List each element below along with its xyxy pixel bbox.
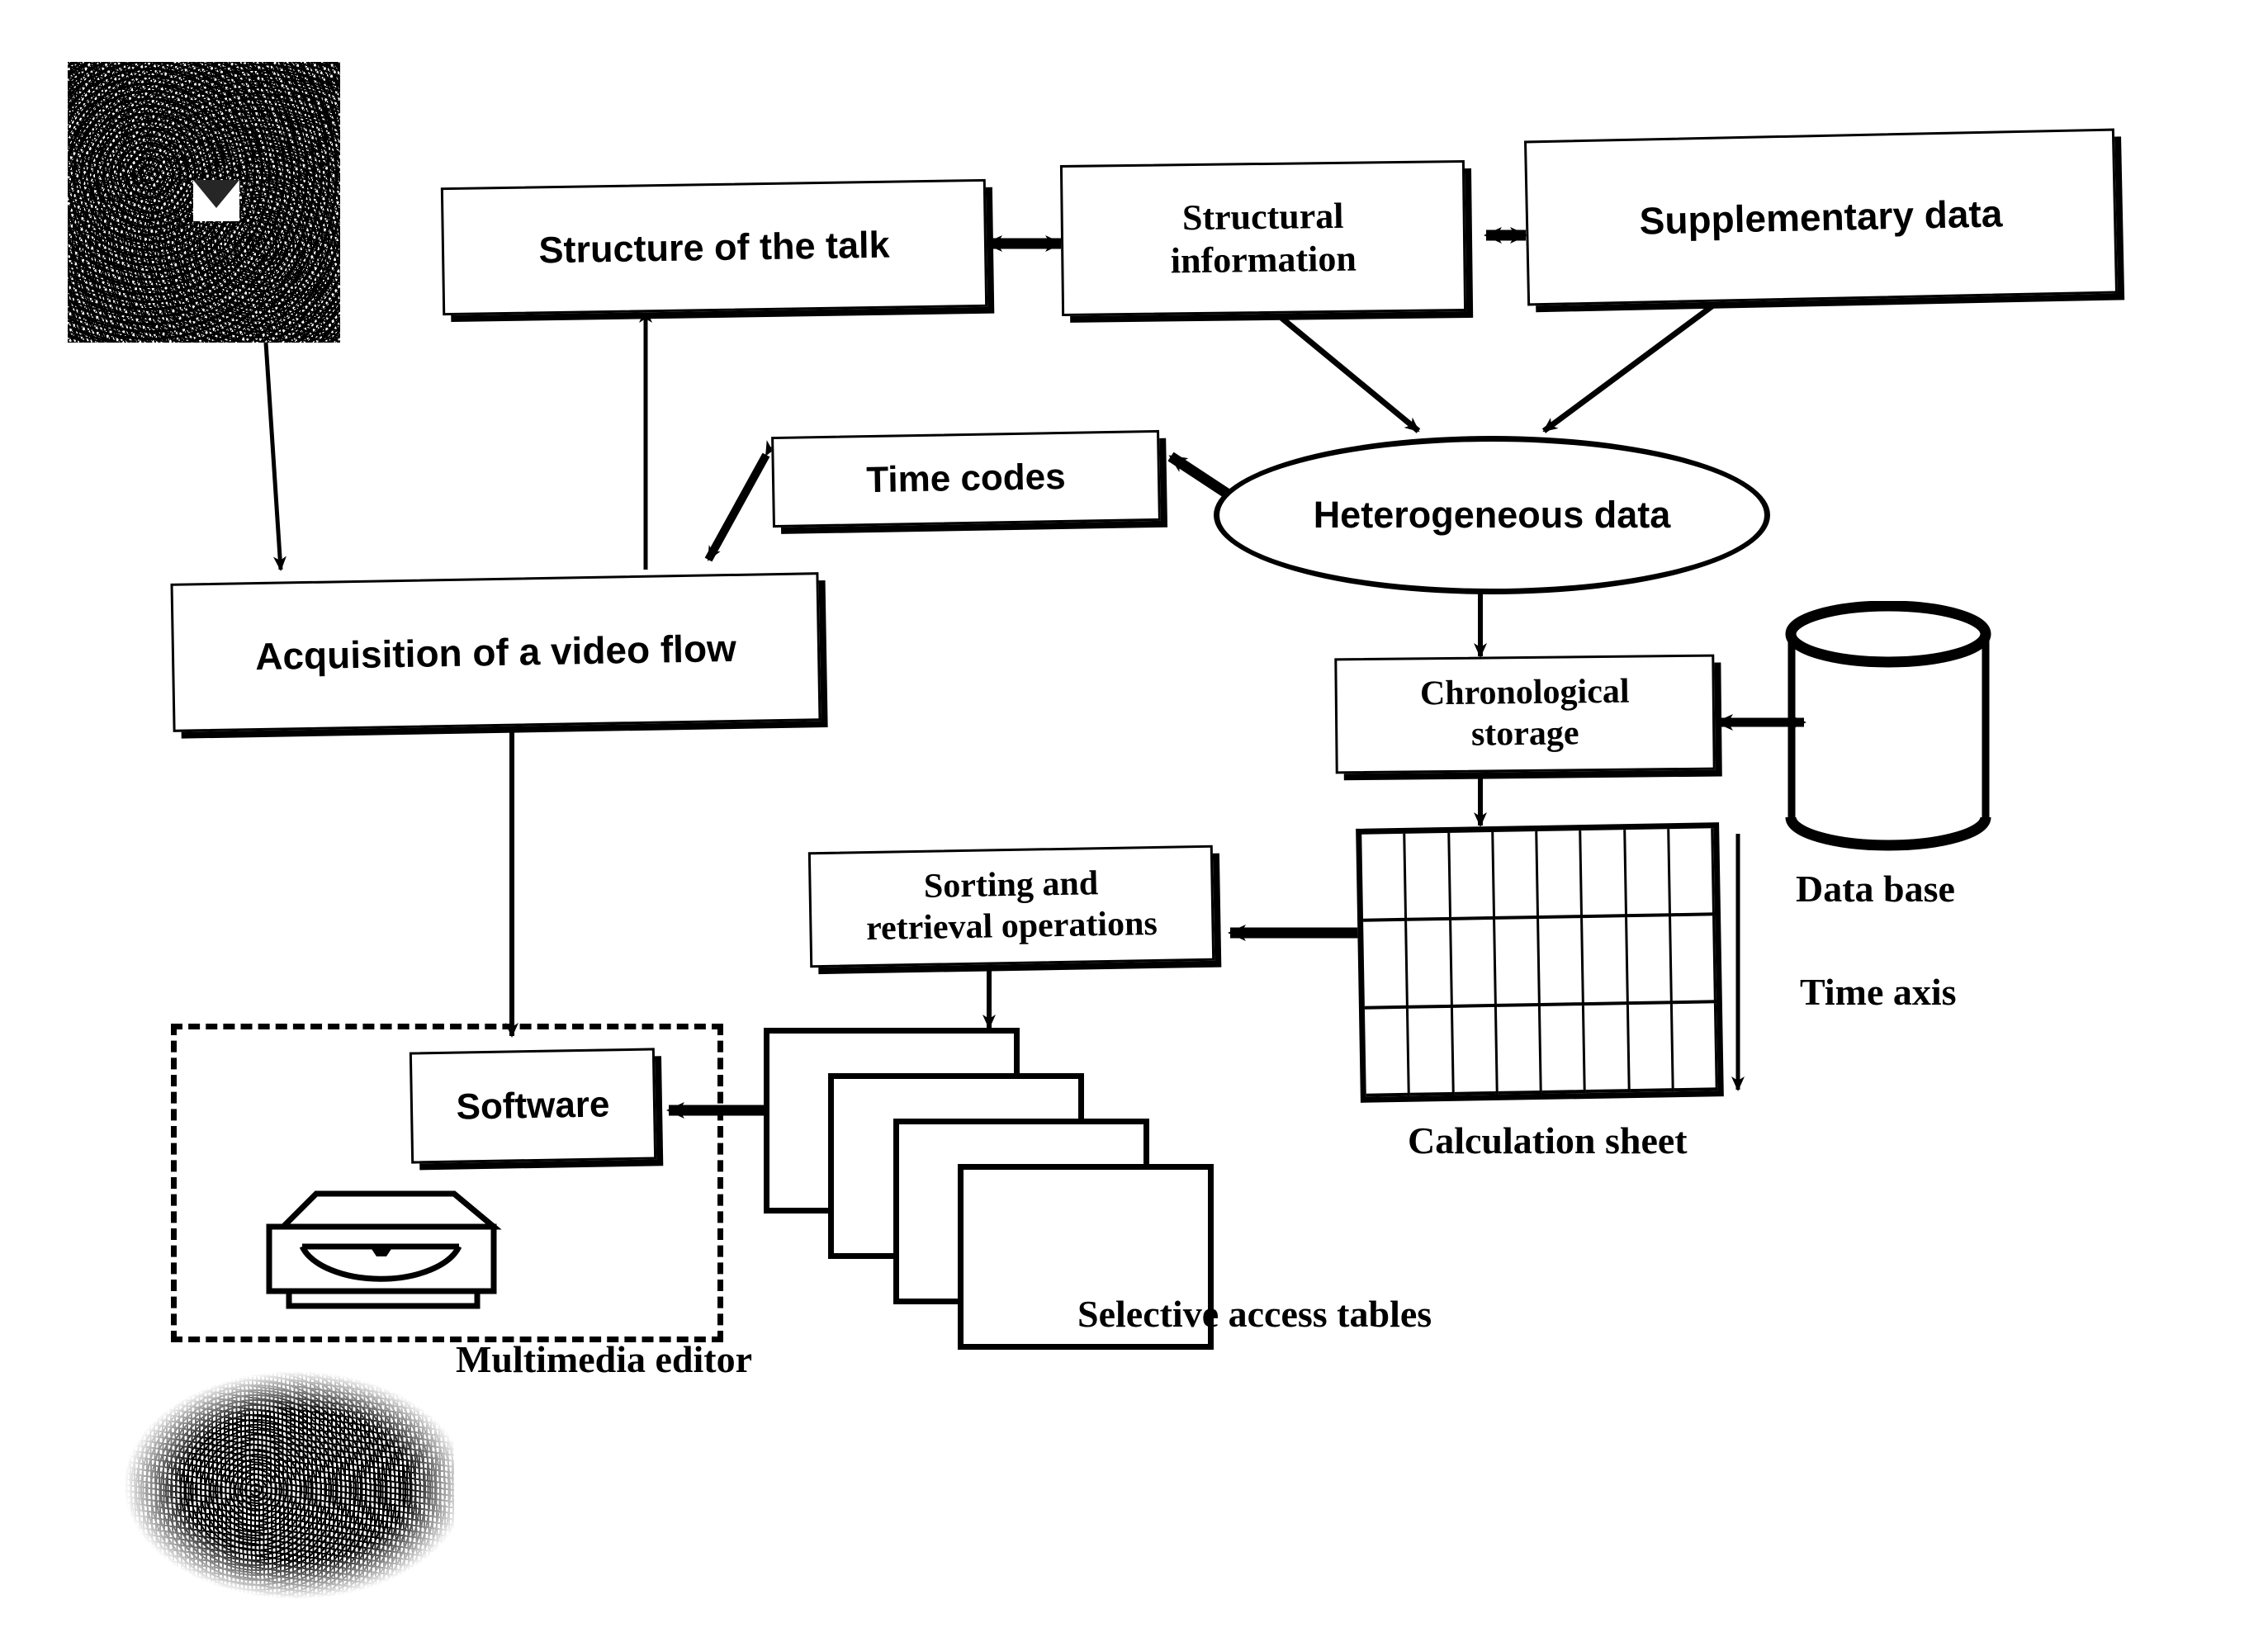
edge-videoframe-acquisition	[263, 342, 286, 571]
edge-structinfo-hetero	[1279, 315, 1421, 433]
sheet-cell	[1540, 1005, 1587, 1094]
node-label: Structure of the talk	[538, 223, 890, 272]
node-sorting-and-retrieval-operations[interactable]: Sorting and retrieval operations	[807, 845, 1215, 968]
node-label-line2: information	[1170, 238, 1357, 281]
node-label: Acquisition of a video flow	[254, 626, 737, 678]
sheet-cell	[1452, 1006, 1499, 1095]
sheet-cell	[1449, 831, 1495, 920]
node-label-line1: Chronological	[1419, 673, 1630, 713]
node-chronological-storage[interactable]: Chronological storage	[1334, 654, 1716, 774]
sheet-cell	[1363, 920, 1409, 1010]
sheet-cell	[1361, 833, 1408, 922]
node-label-line2: retrieval operations	[865, 904, 1158, 949]
caption-selective-access-tables: Selective access tables	[1077, 1293, 1432, 1335]
sheet-cell	[1539, 918, 1585, 1006]
database-cylinder-icon	[1783, 600, 1994, 857]
sheet-cell	[1364, 1008, 1411, 1097]
node-label-line1: Sorting and	[923, 864, 1099, 906]
sheet-cell	[1496, 1005, 1542, 1095]
node-label: Software	[456, 1083, 610, 1128]
sheet-cell	[1628, 1004, 1674, 1093]
diagram-canvas: Structure of the talk Structural informa…	[0, 0, 2268, 1637]
node-heterogeneous-data[interactable]: Heterogeneous data	[1214, 436, 1770, 594]
calculation-sheet-grid	[1356, 822, 1724, 1103]
node-supplementary-data[interactable]: Supplementary data	[1523, 128, 2119, 306]
sheet-cell	[1405, 832, 1451, 921]
sheet-cell	[1409, 1007, 1455, 1096]
node-label: Heterogeneous data	[1313, 494, 1671, 536]
node-structure-of-the-talk[interactable]: Structure of the talk	[440, 178, 988, 316]
computer-workstation-image	[124, 1366, 454, 1614]
edge-suppdata-hetero	[1541, 303, 1716, 433]
node-acquisition-of-a-video-flow[interactable]: Acquisition of a video flow	[170, 572, 821, 732]
sheet-cell	[1493, 831, 1540, 920]
node-time-codes[interactable]: Time codes	[771, 429, 1161, 528]
sheet-cell	[1626, 916, 1673, 1005]
sheet-cell	[1584, 1005, 1631, 1094]
sheet-cell	[1672, 1003, 1718, 1092]
sheet-cell	[1494, 919, 1541, 1007]
sheet-cell	[1583, 917, 1629, 1006]
sheet-cell	[1669, 828, 1716, 917]
video-frame-image	[68, 62, 340, 343]
node-structural-information[interactable]: Structural information	[1059, 160, 1467, 316]
node-software[interactable]: Software	[409, 1048, 657, 1164]
caption-time-axis: Time axis	[1800, 971, 1957, 1013]
node-label: Supplementary data	[1639, 192, 2003, 243]
caption-calculation-sheet: Calculation sheet	[1408, 1119, 1688, 1162]
edge-timecodes-acquisition	[704, 440, 779, 562]
sheet-cell	[1451, 919, 1497, 1008]
caption-multimedia-editor: Multimedia editor	[456, 1338, 752, 1380]
node-label-line1: Structural	[1181, 195, 1344, 238]
sheet-cell	[1537, 830, 1584, 920]
sheet-cell	[1407, 920, 1453, 1009]
node-label-line2: storage	[1470, 714, 1579, 754]
sheet-cell	[1581, 830, 1627, 919]
node-label: Time codes	[865, 456, 1067, 501]
sheet-cell	[1625, 829, 1671, 918]
caption-data-base: Data base	[1796, 868, 1955, 910]
multimedia-player-device-icon	[238, 1187, 523, 1311]
sheet-cell	[1670, 915, 1716, 1005]
